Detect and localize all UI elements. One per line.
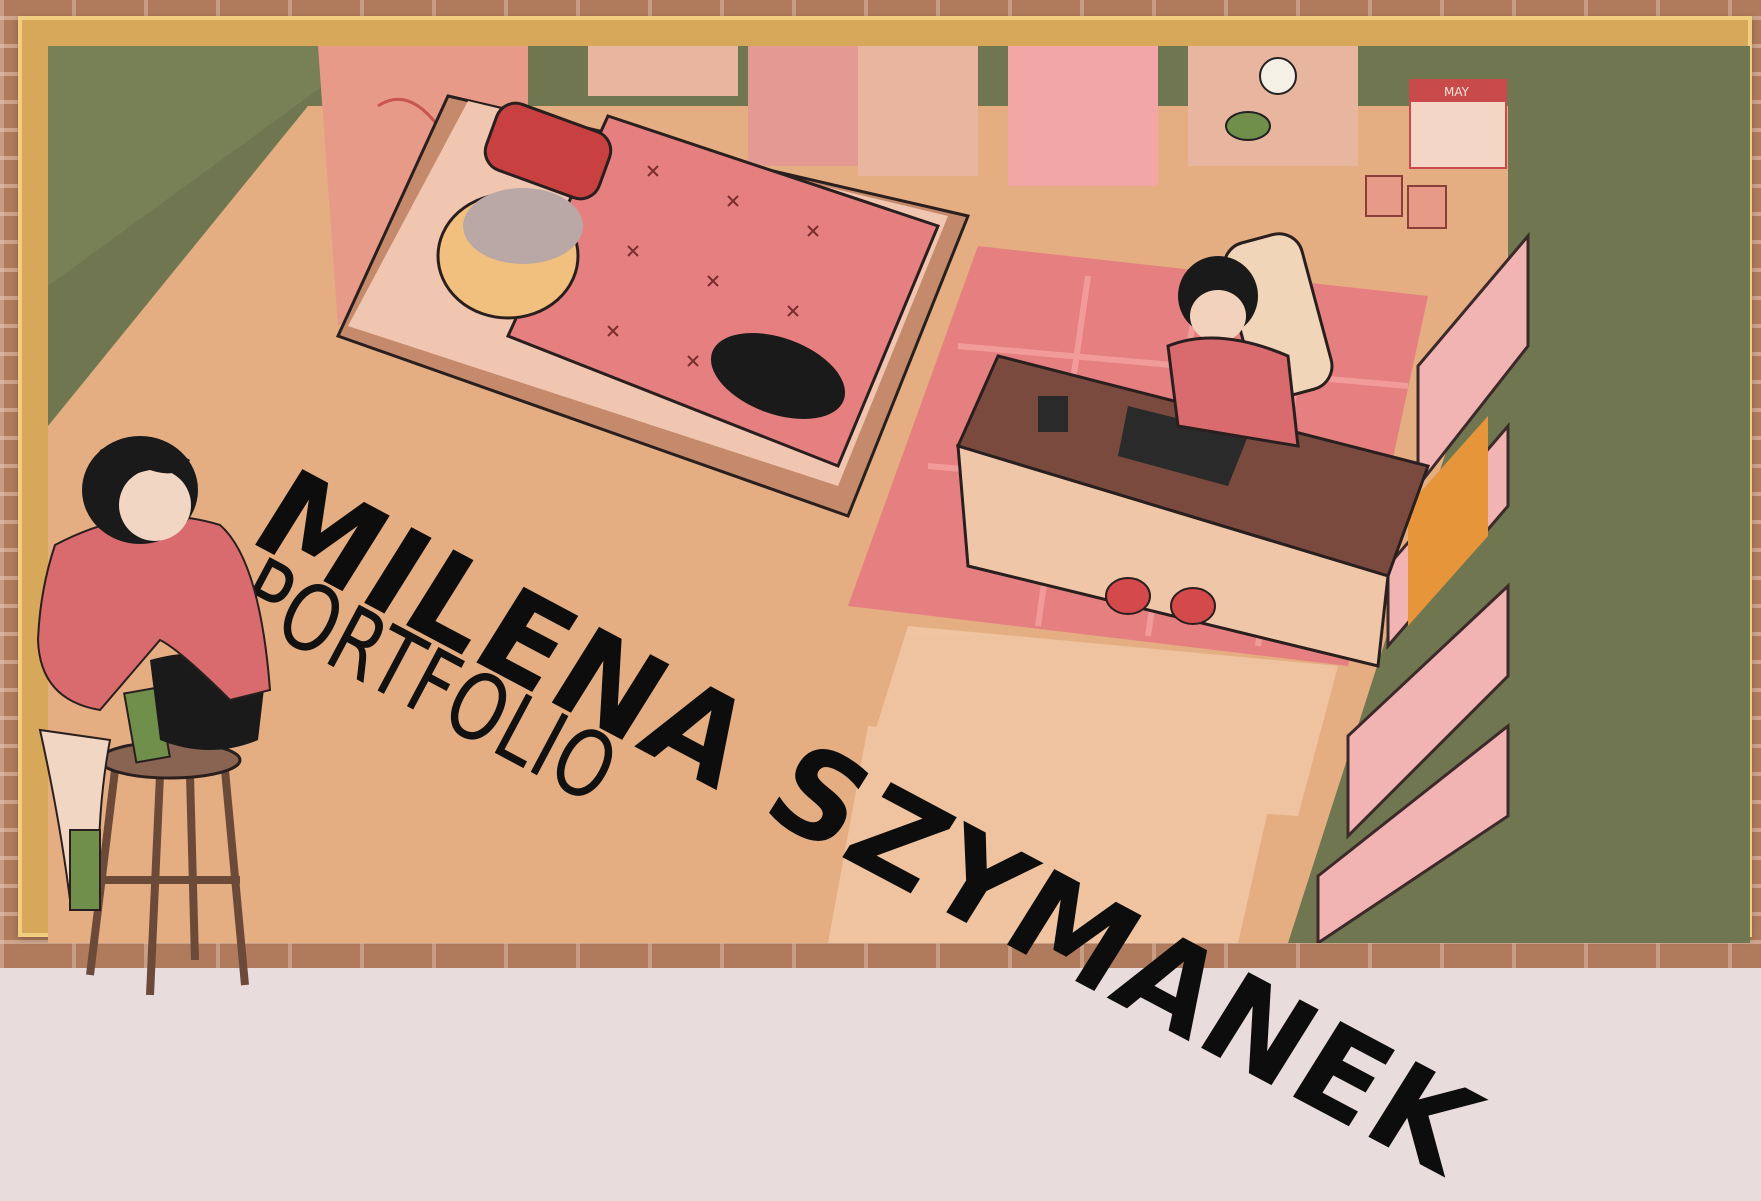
room-scene: MAY <box>48 46 1750 943</box>
poster-top-2 <box>748 46 858 166</box>
desk-mug <box>1038 396 1068 432</box>
pink-mirror <box>1008 46 1158 186</box>
calendar-month-label: MAY <box>1444 85 1470 99</box>
slipper-right <box>1170 587 1216 625</box>
poster-top-1 <box>588 46 738 96</box>
poster-top-3 <box>858 46 978 176</box>
hamster-pillow-top <box>463 188 583 264</box>
slipper-left <box>1105 577 1151 615</box>
floor-strip <box>0 968 1761 1080</box>
small-frame-1 <box>1365 175 1403 217</box>
desk-girl-face <box>1190 290 1246 342</box>
small-frame-2 <box>1407 185 1447 229</box>
room-illustration: MAY <box>48 46 1750 943</box>
picture-frame: MAY <box>18 16 1752 943</box>
